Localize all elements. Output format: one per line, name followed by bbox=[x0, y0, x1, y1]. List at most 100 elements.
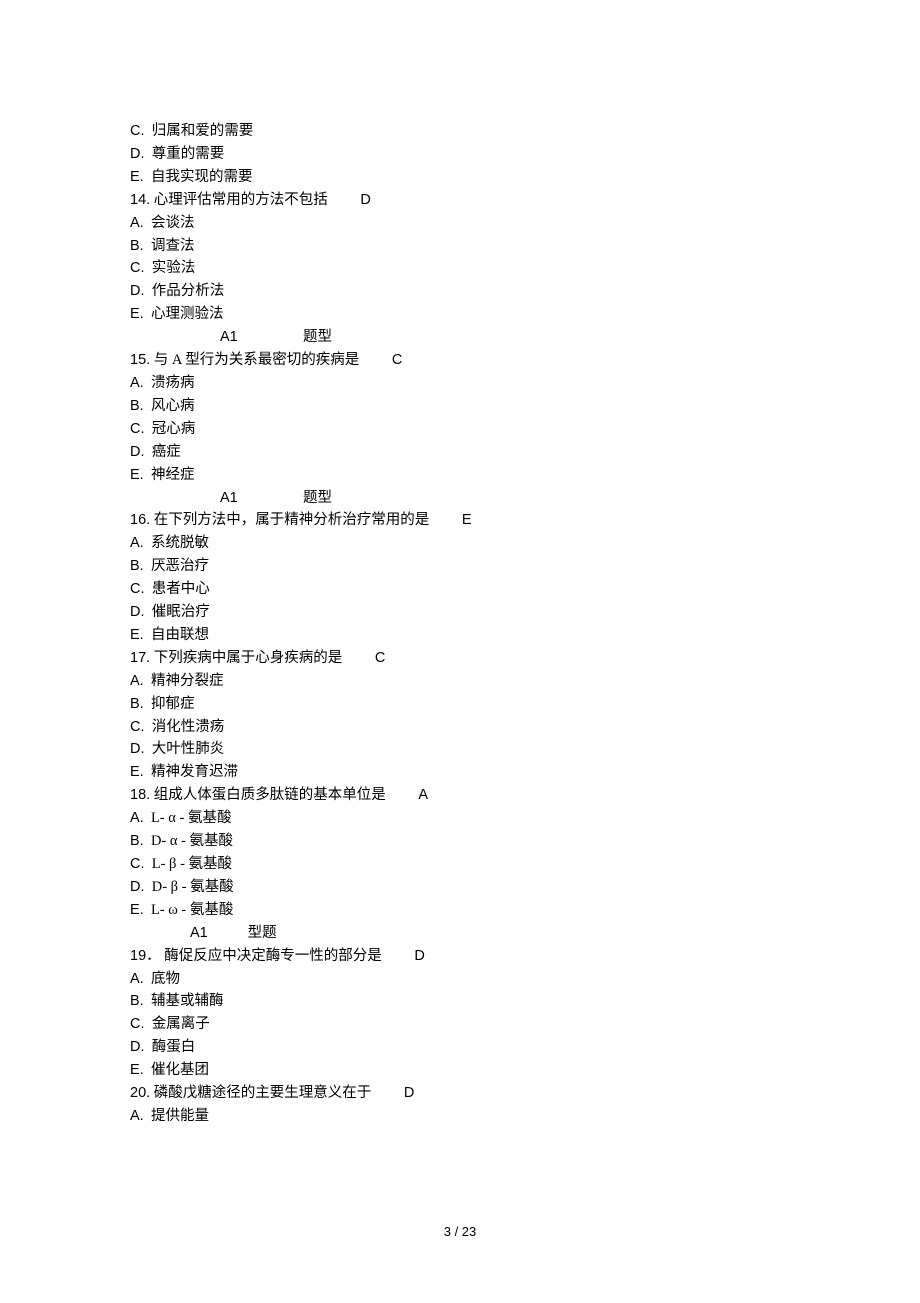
option-text: 催眠治疗 bbox=[145, 604, 210, 620]
option-line: C. 实验法 bbox=[130, 257, 920, 280]
option-line: D. 酶蛋白 bbox=[130, 1036, 920, 1059]
option-label: C. bbox=[130, 719, 145, 735]
header-label: 题型 bbox=[303, 329, 332, 345]
option-text: L- ω - 氨基酸 bbox=[144, 902, 234, 918]
option-text: 精神分裂症 bbox=[144, 673, 224, 689]
option-label: B. bbox=[130, 558, 144, 574]
option-label: A. bbox=[130, 810, 144, 826]
option-line: E. 神经症 bbox=[130, 464, 920, 487]
answer-gap bbox=[371, 1085, 404, 1101]
option-label: D. bbox=[130, 1039, 145, 1055]
option-text: 厌恶治疗 bbox=[144, 558, 209, 574]
option-line: A. 提供能量 bbox=[130, 1105, 920, 1128]
question-text: 在下列方法中，属于精神分析治疗常用的是 bbox=[150, 512, 429, 528]
section-header: A1 题型 bbox=[130, 326, 920, 349]
option-text: 尊重的需要 bbox=[145, 146, 225, 162]
option-text: 催化基团 bbox=[144, 1062, 209, 1078]
option-line: C. 归属和爱的需要 bbox=[130, 120, 920, 143]
answer-letter: D bbox=[404, 1085, 414, 1101]
answer-gap bbox=[342, 650, 375, 666]
option-text: 归属和爱的需要 bbox=[145, 123, 254, 139]
option-line: A. L- α - 氨基酸 bbox=[130, 807, 920, 830]
question-text: 组成人体蛋白质多肽链的基本单位是 bbox=[150, 787, 386, 803]
option-text: 实验法 bbox=[145, 260, 196, 276]
option-line: A. 底物 bbox=[130, 968, 920, 991]
option-text: 自我实现的需要 bbox=[144, 169, 253, 185]
option-line: B. 风心病 bbox=[130, 395, 920, 418]
option-line: B. D- α - 氨基酸 bbox=[130, 830, 920, 853]
option-line: E. 催化基团 bbox=[130, 1059, 920, 1082]
question-line: 20. 磷酸戊糖途径的主要生理意义在于 D bbox=[130, 1082, 920, 1105]
option-line: C. 患者中心 bbox=[130, 578, 920, 601]
question-text: 磷酸戊糖途径的主要生理意义在于 bbox=[150, 1085, 371, 1101]
option-line: D. 大叶性肺炎 bbox=[130, 738, 920, 761]
answer-letter: D bbox=[360, 192, 370, 208]
answer-gap bbox=[386, 787, 419, 803]
option-text: 风心病 bbox=[144, 398, 195, 414]
answer-gap bbox=[359, 352, 392, 368]
question-line: 14. 心理评估常用的方法不包括 D bbox=[130, 189, 920, 212]
question-number: 20. bbox=[130, 1085, 150, 1101]
option-label: C. bbox=[130, 123, 145, 139]
option-line: A. 系统脱敏 bbox=[130, 532, 920, 555]
question-number: 14. bbox=[130, 192, 150, 208]
option-label: A. bbox=[130, 535, 144, 551]
answer-gap bbox=[429, 512, 462, 528]
question-line: 19． 酶促反应中决定酶专一性的部分是 D bbox=[130, 945, 920, 968]
question-number: 16. bbox=[130, 512, 150, 528]
answer-letter: A bbox=[418, 787, 428, 803]
option-label: B. bbox=[130, 993, 144, 1009]
option-label: D. bbox=[130, 283, 145, 299]
content-body: C. 归属和爱的需要D. 尊重的需要E. 自我实现的需要14. 心理评估常用的方… bbox=[130, 120, 920, 1128]
header-label: 题型 bbox=[303, 490, 332, 506]
option-text: 冠心病 bbox=[145, 421, 196, 437]
option-text: 作品分析法 bbox=[145, 283, 225, 299]
question-text: 心理评估常用的方法不包括 bbox=[150, 192, 328, 208]
option-label: D. bbox=[130, 146, 145, 162]
option-label: A. bbox=[130, 971, 144, 987]
option-line: C. 金属离子 bbox=[130, 1013, 920, 1036]
page: C. 归属和爱的需要D. 尊重的需要E. 自我实现的需要14. 心理评估常用的方… bbox=[0, 0, 920, 1303]
answer-gap bbox=[382, 948, 415, 964]
option-text: 金属离子 bbox=[145, 1016, 210, 1032]
option-line: E. L- ω - 氨基酸 bbox=[130, 899, 920, 922]
option-text: D- β - 氨基酸 bbox=[145, 879, 234, 895]
option-text: 癌症 bbox=[145, 444, 181, 460]
section-header: A1 型题 bbox=[130, 922, 920, 945]
option-label: B. bbox=[130, 238, 144, 254]
question-line: 16. 在下列方法中，属于精神分析治疗常用的是 E bbox=[130, 509, 920, 532]
option-label: B. bbox=[130, 398, 144, 414]
answer-letter: E bbox=[462, 512, 472, 528]
question-number: 15. bbox=[130, 352, 150, 368]
option-label: C. bbox=[130, 421, 145, 437]
option-line: A. 会谈法 bbox=[130, 212, 920, 235]
option-line: E. 精神发育迟滞 bbox=[130, 761, 920, 784]
option-label: B. bbox=[130, 696, 144, 712]
option-label: D. bbox=[130, 741, 145, 757]
option-label: C. bbox=[130, 856, 145, 872]
answer-letter: C bbox=[375, 650, 385, 666]
question-number: 17. bbox=[130, 650, 150, 666]
option-label: C. bbox=[130, 581, 145, 597]
option-text: 抑郁症 bbox=[144, 696, 195, 712]
option-label: D. bbox=[130, 604, 145, 620]
option-text: 消化性溃疡 bbox=[145, 719, 225, 735]
option-label: E. bbox=[130, 169, 144, 185]
option-line: B. 抑郁症 bbox=[130, 693, 920, 716]
question-text: 与 A 型行为关系最密切的疾病是 bbox=[150, 352, 359, 368]
option-line: C. L- β - 氨基酸 bbox=[130, 853, 920, 876]
option-text: 心理测验法 bbox=[144, 306, 224, 322]
section-header: A1 题型 bbox=[130, 487, 920, 510]
option-line: D. 作品分析法 bbox=[130, 280, 920, 303]
option-label: E. bbox=[130, 627, 144, 643]
answer-gap bbox=[328, 192, 361, 208]
question-line: 18. 组成人体蛋白质多肽链的基本单位是 A bbox=[130, 784, 920, 807]
option-label: E. bbox=[130, 467, 144, 483]
question-line: 15. 与 A 型行为关系最密切的疾病是 C bbox=[130, 349, 920, 372]
header-code: A1 bbox=[190, 925, 208, 941]
option-text: L- α - 氨基酸 bbox=[144, 810, 232, 826]
question-number: 18. bbox=[130, 787, 150, 803]
answer-letter: D bbox=[414, 948, 424, 964]
option-label: D. bbox=[130, 444, 145, 460]
option-line: A. 溃疡病 bbox=[130, 372, 920, 395]
